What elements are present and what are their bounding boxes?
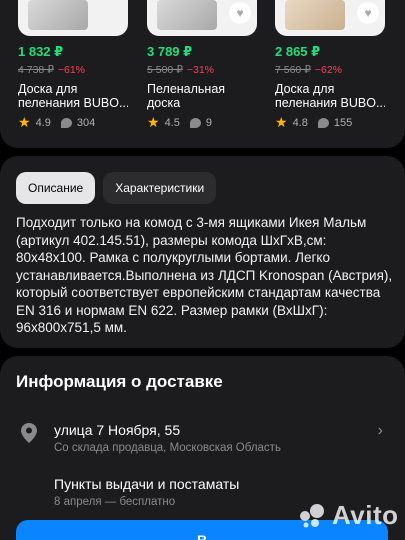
product-price: 3 789 ₽ (147, 44, 193, 59)
favorite-heart-icon[interactable]: ♥ (357, 2, 379, 24)
description-tabs: Описание Характеристики (16, 172, 217, 204)
avito-watermark: Avito (298, 500, 399, 531)
product-image[interactable] (18, 0, 128, 36)
product-image[interactable]: ♥ (275, 0, 385, 36)
star-icon: ★ (18, 114, 31, 130)
product-title[interactable]: Доска для пеленания BUBO... (275, 82, 385, 110)
discount-badge: −61% (57, 64, 86, 76)
pickup-points-title[interactable]: Пункты выдачи и постаматы (54, 476, 239, 492)
watermark-text: Avito (332, 500, 399, 530)
chevron-right-icon[interactable]: › (378, 422, 383, 440)
old-price-line: 5 500 ₽ −31% (147, 64, 214, 76)
product-image[interactable]: ♥ (147, 0, 257, 36)
old-price: 7 560 ₽ (275, 64, 311, 76)
description-text: Подходит только на комод с 3-мя ящиками … (16, 215, 393, 335)
favorite-heart-icon[interactable]: ♥ (229, 2, 251, 24)
star-icon: ★ (147, 114, 160, 130)
product-card[interactable]: 1 832 ₽ 4 738 ₽ −61% Доска для пеленания B… (18, 0, 128, 140)
reviews-icon (60, 117, 72, 128)
product-price: 2 865 ₽ (275, 44, 321, 59)
product-card[interactable]: ♥ 3 789 ₽ 5 500 ₽ −31% Пеленальная доска ★… (147, 0, 257, 140)
product-rating: ★ 4.8 155 (275, 114, 353, 130)
old-price-line: 4 738 ₽ −61% (18, 64, 85, 76)
reviews-icon (189, 117, 201, 128)
product-rating: ★ 4.5 9 (147, 114, 212, 130)
pickup-points-date: 8 апреля — бесплатно (54, 496, 176, 508)
delivery-address[interactable]: улица 7 Ноября, 55 (54, 422, 180, 438)
tab-description[interactable]: Описание (16, 172, 96, 204)
delivery-address-source: Со склада продавца, Московская Область (54, 442, 281, 454)
delivery-heading: Информация о доставке (16, 372, 223, 391)
old-price: 5 500 ₽ (147, 64, 183, 76)
location-pin-icon (21, 423, 37, 443)
discount-badge: −31% (186, 64, 215, 76)
similar-products-carousel: 1 832 ₽ 4 738 ₽ −61% Доска для пеленания B… (0, 0, 405, 148)
old-price-line: 7 560 ₽ −62% (275, 64, 342, 76)
product-title[interactable]: Доска для пеленания BUBO... (18, 82, 128, 110)
star-icon: ★ (275, 114, 288, 130)
product-rating: ★ 4.9 304 (18, 114, 96, 130)
reviews-icon (317, 117, 329, 128)
tab-specifications[interactable]: Характеристики (103, 172, 217, 204)
product-title[interactable]: Пеленальная доска (147, 82, 257, 110)
product-price: 1 832 ₽ (18, 44, 64, 59)
description-panel: Описание Характеристики Подходит только … (0, 156, 405, 348)
avito-logo-icon (300, 503, 324, 527)
product-card[interactable]: ♥ 2 865 ₽ 7 560 ₽ −62% Доска для пеленания… (275, 0, 385, 140)
discount-badge: −62% (314, 64, 343, 76)
old-price: 4 738 ₽ (18, 64, 54, 76)
